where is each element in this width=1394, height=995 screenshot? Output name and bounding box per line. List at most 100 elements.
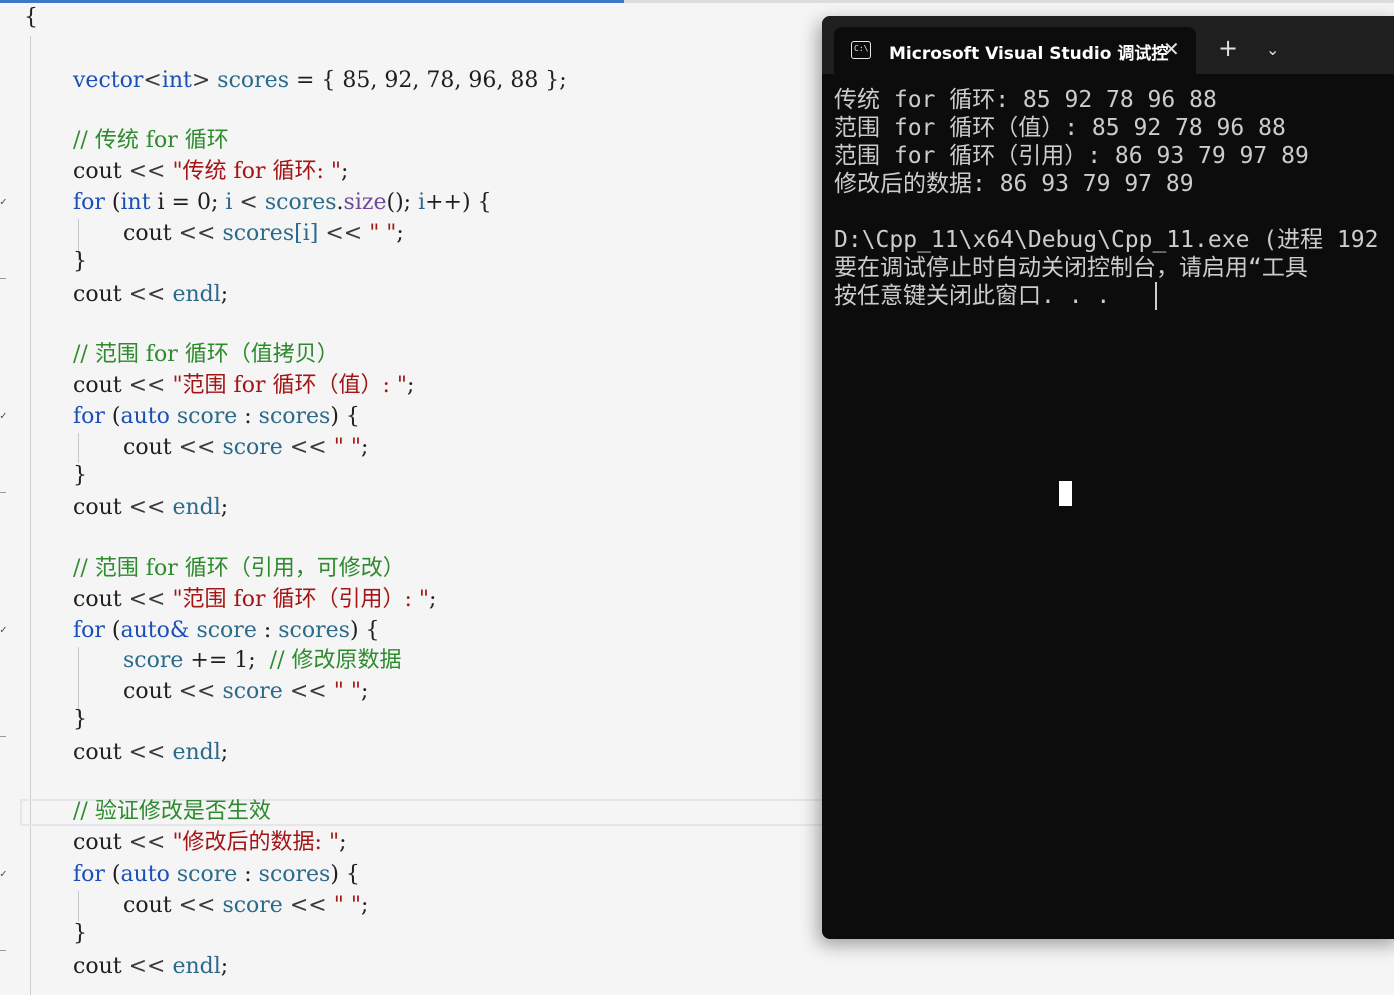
token-ident: cout [123, 221, 172, 246]
fold-end-marker [0, 950, 6, 951]
token-op: << [121, 159, 173, 184]
token-keyword: for [73, 404, 105, 429]
token-variable: score [222, 679, 283, 704]
console-line: 按任意键关闭此窗口. . . [834, 283, 1111, 309]
token-op: << [121, 830, 173, 855]
token-op: > [191, 68, 218, 93]
token-op: < [232, 190, 265, 215]
debug-console-window[interactable]: C:\ Microsoft Visual Studio 调试控 ✕ + ⌄ 传统… [822, 16, 1394, 939]
code-comment[interactable]: // 传统 for 循环 [73, 127, 229, 155]
code-line[interactable]: { [24, 4, 38, 32]
token-text: ( [104, 404, 121, 429]
token-op: < [143, 68, 162, 93]
token-ident: cout [73, 495, 122, 520]
code-line[interactable]: score += 1; // 修改原数据 [123, 647, 401, 675]
console-titlebar[interactable]: C:\ Microsoft Visual Studio 调试控 ✕ + ⌄ [822, 16, 1394, 75]
token-op: << [282, 679, 334, 704]
fold-marker[interactable]: ✓ [0, 409, 7, 422]
code-line[interactable]: cout << endl; [73, 281, 228, 309]
code-line[interactable]: cout << "修改后的数据: "; [73, 829, 347, 857]
code-line[interactable]: for (int i = 0; i < scores.size(); i++) … [73, 189, 492, 217]
code-line[interactable]: } [73, 920, 87, 948]
terminal-icon: C:\ [851, 41, 871, 59]
console-line: 修改后的数据: 86 93 79 97 89 [834, 171, 1194, 197]
console-line: 范围 for 循环（引用）: 86 93 79 97 89 [834, 143, 1309, 169]
token-op: << [171, 679, 223, 704]
token-string: "修改后的数据: " [172, 830, 340, 855]
token-keyword: int [120, 190, 151, 215]
fold-end-marker [0, 736, 6, 737]
token-text: ) { [330, 404, 360, 429]
token-variable: scores [278, 618, 350, 643]
code-line[interactable]: cout << "范围 for 循环（值）: "; [73, 372, 414, 400]
token-text: ; [406, 373, 415, 398]
token-type: vector [73, 68, 144, 93]
console-output[interactable]: 传统 for 循环: 85 92 78 96 88 范围 for 循环（值）: … [834, 86, 1379, 310]
token-text: i = 0; [150, 190, 226, 215]
token-string: " " [333, 679, 361, 704]
token-text: : [256, 618, 279, 643]
token-variable: endl [172, 282, 221, 307]
code-line[interactable]: } [73, 248, 87, 276]
code-line[interactable]: cout << endl; [73, 739, 228, 767]
token-text: ; [360, 679, 369, 704]
token-keyword: for [73, 862, 105, 887]
code-line[interactable]: for (auto score : scores) { [73, 403, 360, 431]
code-comment[interactable]: // 验证修改是否生效 [73, 798, 271, 826]
token-text: ; [339, 830, 347, 855]
code-line[interactable]: cout << score << " "; [123, 434, 368, 462]
token-ident: cout [73, 740, 122, 765]
token-keyword: for [73, 618, 105, 643]
token-string: " " [333, 893, 361, 918]
code-line[interactable]: cout << endl; [73, 953, 228, 981]
token-text: = { 85, 92, 78, 96, 88 }; [288, 68, 567, 93]
token-string: "传统 for 循环: " [172, 159, 341, 184]
code-comment[interactable]: // 范围 for 循环（引用，可修改） [73, 555, 405, 583]
code-line[interactable]: cout << endl; [73, 494, 228, 522]
close-icon[interactable]: ✕ [1163, 37, 1180, 61]
code-line[interactable]: cout << scores[i] << " "; [123, 220, 404, 248]
token-text: : [237, 404, 259, 429]
token-variable: score [169, 862, 238, 887]
chevron-down-icon[interactable]: ⌄ [1266, 40, 1279, 59]
token-text: (); [386, 190, 419, 215]
fold-marker[interactable]: ✓ [0, 195, 7, 208]
token-ident: cout [73, 830, 122, 855]
token-text: ; [220, 282, 229, 307]
code-line[interactable]: for (auto score : scores) { [73, 861, 360, 889]
token-ident: cout [73, 587, 122, 612]
token-op: << [121, 495, 173, 520]
token-variable: scores [258, 404, 331, 429]
token-ident: cout [73, 373, 122, 398]
token-op: << [282, 435, 334, 460]
token-variable: score [222, 893, 283, 918]
token-op: << [171, 221, 223, 246]
code-line[interactable]: vector<int> scores = { 85, 92, 78, 96, 8… [73, 67, 567, 95]
token-keyword: auto [120, 862, 170, 887]
new-tab-button[interactable]: + [1218, 36, 1238, 60]
code-line[interactable]: cout << score << " "; [123, 892, 368, 920]
console-tab[interactable]: C:\ Microsoft Visual Studio 调试控 ✕ [834, 27, 1196, 75]
token-op: << [282, 893, 334, 918]
code-line[interactable]: cout << score << " "; [123, 678, 368, 706]
console-line: 要在调试停止时自动关闭控制台，请启用“工具 [834, 255, 1308, 281]
token-text: . [336, 190, 344, 215]
fold-marker[interactable]: ✓ [0, 867, 7, 880]
token-string: " " [333, 435, 361, 460]
console-line: 范围 for 循环（值）: 85 92 78 96 88 [834, 115, 1286, 141]
code-line[interactable]: cout << "范围 for 循环（引用）: "; [73, 586, 436, 614]
token-text: ++) { [425, 190, 492, 215]
active-tab-indicator [0, 0, 624, 3]
text-caret [1155, 282, 1157, 310]
code-line[interactable]: cout << "传统 for 循环: "; [73, 158, 348, 186]
token-type: int [161, 68, 192, 93]
token-variable: scores [258, 862, 331, 887]
fold-marker[interactable]: ✓ [0, 623, 7, 636]
token-text: ; [340, 159, 349, 184]
code-line[interactable]: } [73, 462, 87, 490]
code-line[interactable]: } [73, 706, 87, 734]
code-comment[interactable]: // 范围 for 循环（值拷贝） [73, 341, 339, 369]
token-text: ; [220, 954, 229, 979]
code-line[interactable]: for (auto& score : scores) { [73, 617, 380, 645]
